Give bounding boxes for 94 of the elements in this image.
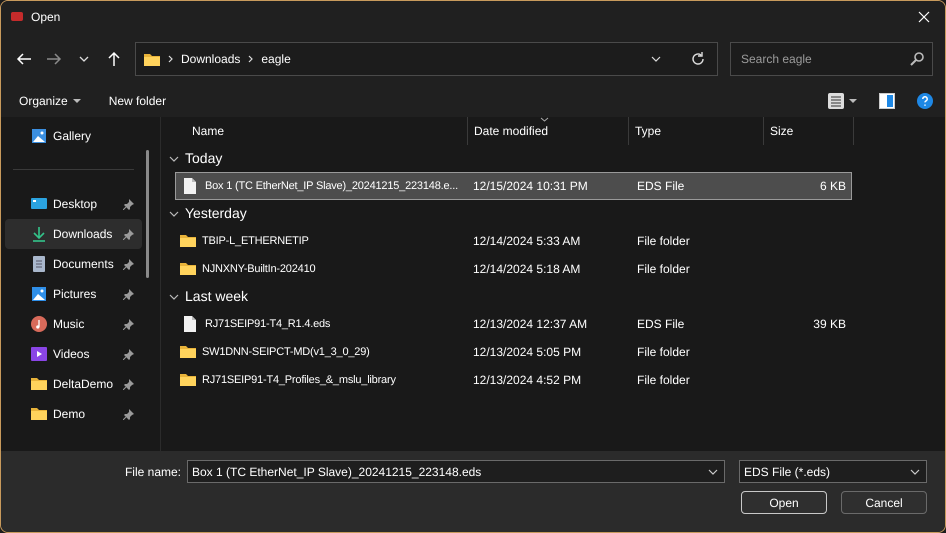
- date-cell-text: 12/13/2024 4:52 PM: [472, 372, 582, 389]
- search-icon: [910, 52, 924, 66]
- file-name-label: File name:: [124, 464, 181, 480]
- date-cell-text: 12/13/2024 12:37 AM: [472, 316, 588, 333]
- sidebar-item[interactable]: Gallery: [5, 121, 142, 151]
- type-cell-text: EDS File: [636, 178, 686, 195]
- date-cell-text: 12/14/2024 5:33 AM: [472, 233, 582, 250]
- type-cell-text: File folder: [636, 233, 691, 250]
- address-bar[interactable]: Downloads eagle: [135, 42, 718, 76]
- sidebar-item[interactable]: Documents: [5, 249, 142, 279]
- search-field[interactable]: Search eagle: [739, 48, 910, 68]
- folder-icon: [180, 261, 196, 277]
- back-arrow-icon: [16, 52, 32, 66]
- help-icon: [917, 93, 933, 109]
- preview-pane-button[interactable]: [879, 93, 895, 109]
- folder-icon: [180, 233, 196, 249]
- file-icon: [183, 178, 199, 194]
- sidebar-item[interactable]: Pictures: [5, 279, 142, 309]
- date-cell-text: 12/13/2024 5:05 PM: [472, 344, 582, 361]
- file-name-combobox[interactable]: Box 1 (TC EtherNet_IP Slave)_20241215_223148.eds: [187, 460, 725, 483]
- document-icon: [31, 256, 47, 272]
- folder-icon: [180, 344, 196, 360]
- folder-icon: [31, 406, 47, 422]
- file-name: NJNXNY-BuiltIn-202410: [202, 262, 316, 277]
- file-name: SW1DNN-SEIPCT-MD(v1_3_0_29): [202, 344, 370, 360]
- size-cell-text: 6 KB: [818, 178, 846, 195]
- sidebar-item[interactable]: Videos: [5, 339, 142, 369]
- sidebar-item[interactable]: Demo: [5, 399, 142, 429]
- group-header[interactable]: Yesterday: [161, 200, 945, 227]
- chevron-down-icon: [708, 468, 718, 474]
- type-cell-text: EDS File: [636, 316, 686, 333]
- sidebar-item[interactable]: Downloads: [5, 219, 142, 249]
- desktop-icon: [31, 196, 47, 212]
- sidebar-item[interactable]: Desktop: [5, 189, 142, 219]
- caret-icon: [849, 99, 857, 103]
- group-header[interactable]: Last week: [161, 283, 945, 310]
- file-name-field[interactable]: Box 1 (TC EtherNet_IP Slave)_20241215_223148.eds: [192, 462, 708, 480]
- group-header[interactable]: Today: [161, 145, 945, 172]
- file-type-dropdown[interactable]: EDS File (*.eds): [739, 460, 927, 483]
- picture-icon: [31, 286, 47, 302]
- folder-icon: [31, 376, 47, 392]
- breadcrumb-item[interactable]: Downloads: [181, 50, 240, 68]
- cancel-button[interactable]: Cancel: [841, 491, 927, 514]
- date-cell-text: 12/14/2024 5:18 AM: [472, 261, 582, 278]
- folder-icon: [144, 52, 160, 66]
- file-name: Box 1 (TC EtherNet_IP Slave)_20241215_223148.e...: [205, 178, 458, 194]
- folder-icon: [180, 372, 196, 388]
- refresh-icon[interactable]: [691, 52, 705, 66]
- type-cell-text: File folder: [636, 344, 691, 361]
- download-arrow-icon: [31, 226, 47, 242]
- new-folder-button[interactable]: New folder: [108, 92, 166, 110]
- file-row[interactable]: RJ71SEIP91-T4_Profiles_&_mslu_library 12/13/2024 4:52 PM File folder: [175, 366, 852, 394]
- music-note-icon: [31, 316, 47, 332]
- breadcrumb-item[interactable]: eagle: [261, 50, 291, 68]
- type-cell-text: File folder: [636, 261, 691, 278]
- column-header[interactable]: Size: [764, 117, 854, 145]
- video-icon: [31, 346, 47, 362]
- caret-icon: [72, 99, 81, 103]
- column-header[interactable]: Name: [161, 117, 468, 145]
- type-cell-text: File folder: [636, 372, 691, 389]
- chevron-down-icon: [79, 56, 89, 62]
- column-header[interactable]: Type: [629, 117, 764, 145]
- app-icon: [11, 12, 23, 21]
- gallery-icon: [31, 128, 47, 144]
- close-icon: [918, 10, 930, 22]
- organize-button[interactable]: Organize: [19, 92, 81, 110]
- column-header[interactable]: Date modified: [468, 117, 629, 145]
- up-arrow-icon: [108, 51, 120, 66]
- file-icon: [183, 316, 199, 332]
- file-name: RJ71SEIP91-T4_Profiles_&_mslu_library: [202, 372, 396, 388]
- chevron-right-icon: [168, 54, 173, 62]
- scrollbar[interactable]: [146, 150, 149, 278]
- window-title: Open: [31, 8, 60, 26]
- file-row[interactable]: Box 1 (TC EtherNet_IP Slave)_20241215_223148.e... 12/15/2024 10:31 PM EDS File 6 KB: [175, 172, 852, 200]
- file-row[interactable]: RJ71SEIP91-T4_R1.4.eds 12/13/2024 12:37 AM EDS File 39 KB: [175, 310, 852, 338]
- list-view-icon: [828, 93, 844, 109]
- file-row[interactable]: NJNXNY-BuiltIn-202410 12/14/2024 5:18 AM File folder: [175, 255, 852, 283]
- file-name: RJ71SEIP91-T4_R1.4.eds: [205, 316, 330, 332]
- help-button[interactable]: [917, 93, 933, 109]
- sidebar-item[interactable]: DeltaDemo: [5, 369, 142, 399]
- preview-pane-icon: [879, 93, 895, 109]
- chevron-down-icon: [910, 468, 920, 474]
- chevron-down-icon[interactable]: [651, 56, 661, 62]
- forward-arrow-icon: [46, 52, 62, 66]
- sidebar-item[interactable]: Music: [5, 309, 142, 339]
- date-cell-text: 12/15/2024 10:31 PM: [472, 178, 589, 195]
- file-row[interactable]: TBIP-L_ETHERNETIP 12/14/2024 5:33 AM File folder: [175, 227, 852, 255]
- view-button[interactable]: [828, 93, 857, 109]
- file-row[interactable]: SW1DNN-SEIPCT-MD(v1_3_0_29) 12/13/2024 5:05 PM File folder: [175, 338, 852, 366]
- search-box[interactable]: Search eagle: [730, 42, 933, 76]
- open-button[interactable]: Open: [741, 491, 827, 514]
- size-cell-text: 39 KB: [812, 316, 846, 333]
- file-name: TBIP-L_ETHERNETIP: [202, 234, 309, 249]
- chevron-right-icon: [248, 54, 254, 62]
